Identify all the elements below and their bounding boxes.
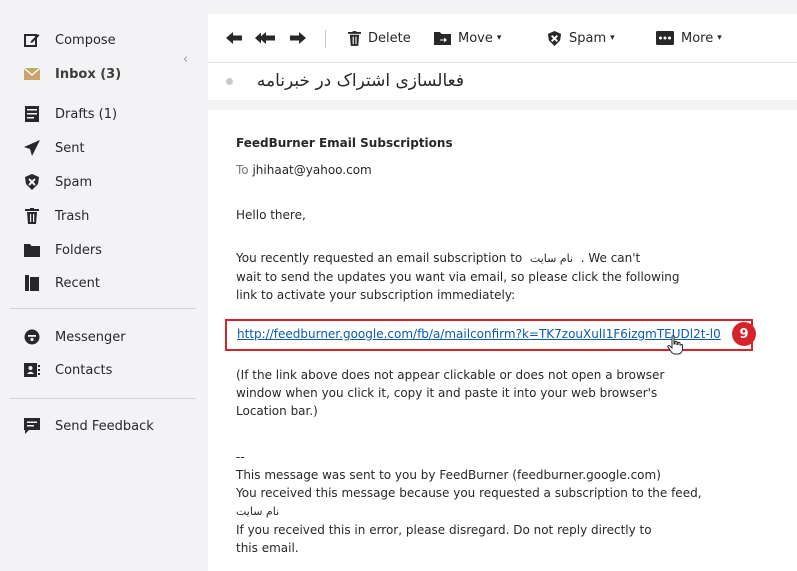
- message-toolbar: Delete Move ▾ Spam ▾ More ▾: [208, 14, 797, 63]
- message-footer: -- This message was sent to you by FeedB…: [236, 448, 702, 557]
- sidebar-divider: [10, 308, 196, 309]
- reply-all-button[interactable]: [255, 26, 282, 50]
- step-number-badge: 9: [732, 322, 756, 346]
- reply-all-icon: [255, 32, 275, 44]
- greeting: Hello there,: [236, 208, 306, 222]
- footer-dashes: --: [236, 450, 245, 464]
- footer-line: If you received this in error, please di…: [236, 523, 652, 537]
- para2-line: (If the link above does not appear click…: [236, 368, 665, 382]
- sidebar-item-drafts[interactable]: Drafts (1): [0, 99, 196, 129]
- move-button[interactable]: Move ▾: [434, 26, 501, 50]
- para2-line: window when you click it, copy it and pa…: [236, 386, 658, 400]
- sidebar-item-recent[interactable]: Recent: [0, 268, 196, 298]
- reply-button[interactable]: [226, 26, 249, 50]
- sidebar-item-label: Trash: [55, 208, 90, 224]
- sidebar-item-label: Compose: [55, 32, 116, 48]
- confirm-subscription-link[interactable]: http://feedburner.google.com/fb/a/mailco…: [237, 327, 721, 341]
- spam-button[interactable]: Spam ▾: [547, 26, 615, 50]
- drafts-icon: [24, 106, 40, 122]
- sidebar-item-label: Sent: [55, 140, 85, 156]
- compose-icon: [24, 32, 40, 48]
- para1-line: link to activate your subscription immed…: [236, 288, 516, 302]
- spam-icon: [547, 30, 562, 46]
- sent-icon: [24, 140, 40, 156]
- sidebar-item-label: Recent: [55, 275, 100, 291]
- chevron-down-icon: ▾: [610, 33, 615, 43]
- footer-site-name: نام سایت: [236, 505, 280, 518]
- site-name: نام سایت: [529, 252, 574, 265]
- paragraph-link-help: (If the link above does not appear click…: [236, 366, 664, 420]
- move-label: Move: [458, 30, 493, 46]
- sidebar-item-sent[interactable]: Sent: [0, 133, 196, 163]
- sidebar-item-spam[interactable]: Spam: [0, 167, 196, 197]
- more-label: More: [681, 30, 714, 46]
- sidebar-item-inbox[interactable]: Inbox (3): [0, 59, 196, 89]
- delete-label: Delete: [368, 30, 411, 46]
- sidebar-item-send-feedback[interactable]: Send Feedback: [0, 411, 196, 441]
- trash-icon: [348, 30, 361, 46]
- sidebar-item-label: Send Feedback: [55, 418, 154, 434]
- sidebar-item-trash[interactable]: Trash: [0, 201, 196, 231]
- sidebar-item-label: Folders: [55, 242, 102, 258]
- sidebar-item-compose[interactable]: Compose: [0, 25, 196, 55]
- messenger-icon: [24, 329, 40, 345]
- spam-label: Spam: [569, 30, 607, 46]
- sidebar-item-label: Spam: [55, 174, 93, 190]
- para2-line: Location bar.): [236, 404, 318, 418]
- paragraph-activation: You recently requested an email subscrip…: [236, 249, 680, 304]
- recipient-address[interactable]: jhihaat@yahoo.com: [252, 163, 371, 177]
- spam-icon: [24, 174, 40, 190]
- folder-icon: [24, 242, 40, 258]
- move-folder-icon: [434, 32, 451, 45]
- sidebar: Compose ‹ Inbox (3) Drafts (1) Sent Spam…: [0, 0, 196, 571]
- chevron-down-icon: ▾: [717, 33, 722, 43]
- trash-icon: [24, 208, 40, 224]
- message-body: FeedBurner Email Subscriptions To jhihaa…: [208, 110, 797, 571]
- feedback-icon: [24, 418, 40, 434]
- sidebar-item-label: Contacts: [55, 362, 113, 378]
- recipient-line: To jhihaat@yahoo.com: [236, 163, 372, 177]
- sender-name: FeedBurner Email Subscriptions: [236, 136, 453, 150]
- hand-cursor-icon: [667, 335, 683, 355]
- chevron-down-icon: ▾: [496, 33, 502, 43]
- more-button[interactable]: More ▾: [656, 26, 722, 50]
- para1-line: wait to send the updates you want via em…: [236, 270, 680, 284]
- forward-button[interactable]: [290, 26, 313, 50]
- sidebar-item-label: Messenger: [55, 329, 126, 345]
- sidebar-item-contacts[interactable]: Contacts: [0, 355, 196, 385]
- footer-line: this email.: [236, 541, 299, 555]
- sidebar-item-label: Inbox (3): [55, 66, 122, 82]
- toolbar-divider: [325, 30, 326, 48]
- message-subject: فعالسازی اشتراک در خبرنامه: [256, 71, 464, 91]
- more-icon: [656, 31, 674, 45]
- contacts-icon: [24, 362, 40, 378]
- para1-text: . We can't: [580, 251, 641, 265]
- footer-line: This message was sent to you by FeedBurn…: [236, 468, 661, 482]
- sidebar-item-messenger[interactable]: Messenger: [0, 322, 196, 352]
- footer-line: You received this message because you re…: [236, 486, 702, 500]
- para1-text: You recently requested an email subscrip…: [236, 251, 523, 265]
- subject-bar: فعالسازی اشتراک در خبرنامه: [208, 63, 797, 100]
- inbox-icon: [24, 66, 40, 82]
- reply-icon: [226, 32, 242, 44]
- delete-button[interactable]: Delete: [348, 26, 411, 50]
- highlighted-link-box: http://feedburner.google.com/fb/a/mailco…: [225, 319, 753, 355]
- recent-icon: [24, 275, 40, 291]
- to-label: To: [236, 163, 249, 177]
- sidebar-item-label: Drafts (1): [55, 106, 118, 122]
- sidebar-divider: [10, 398, 196, 399]
- sidebar-item-folders[interactable]: Folders: [0, 235, 196, 265]
- forward-icon: [290, 32, 306, 44]
